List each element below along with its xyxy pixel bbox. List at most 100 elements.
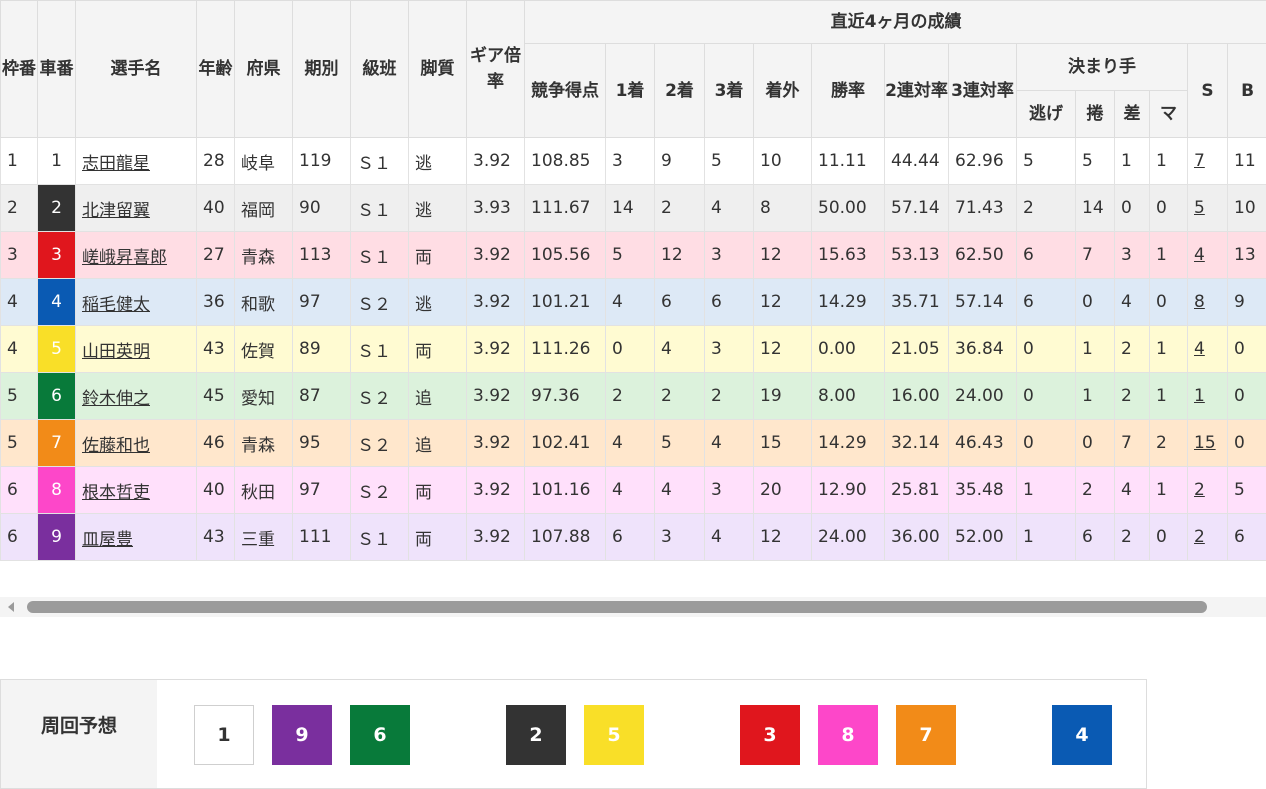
cell-quinella-rate: 44.44 <box>885 138 949 185</box>
cell-b: 10 <box>1228 185 1266 232</box>
cell-makuri: 0 <box>1076 279 1115 326</box>
header-gear: ギア倍率 <box>467 1 525 138</box>
cell-score: 102.41 <box>525 420 606 467</box>
cell-pref: 愛知 <box>235 373 293 420</box>
cell-b: 11 <box>1228 138 1266 185</box>
rider-name-link[interactable]: 佐藤和也 <box>82 436 150 456</box>
cell-out: 20 <box>754 467 812 514</box>
lineup-bike: 3 <box>740 705 800 765</box>
cell-first: 2 <box>606 373 655 420</box>
cell-term: 119 <box>293 138 351 185</box>
rider-name-link[interactable]: 山田英明 <box>82 342 150 362</box>
header-nige: 逃げ <box>1017 91 1076 138</box>
s-count-link[interactable]: 2 <box>1194 527 1205 547</box>
cell-quinella-rate: 25.81 <box>885 467 949 514</box>
header-out: 着外 <box>754 44 812 138</box>
cell-second: 4 <box>655 326 705 373</box>
scroll-left-arrow-icon[interactable] <box>8 602 14 612</box>
cell-out: 15 <box>754 420 812 467</box>
rider-name-link[interactable]: 稲毛健太 <box>82 295 150 315</box>
header-mark: マ <box>1150 91 1188 138</box>
s-count-link[interactable]: 8 <box>1194 292 1205 312</box>
header-age: 年齢 <box>197 1 235 138</box>
header-quinella-rate: 2連対率 <box>885 44 949 138</box>
cell-third: 4 <box>705 514 754 561</box>
lineup-bike: 6 <box>350 705 410 765</box>
rider-name-link[interactable]: 志田龍星 <box>82 154 150 174</box>
horizontal-scrollbar[interactable] <box>0 597 1266 617</box>
cell-makuri: 5 <box>1076 138 1115 185</box>
cell-age: 27 <box>197 232 235 279</box>
header-s: S <box>1188 44 1228 138</box>
s-count-link[interactable]: 4 <box>1194 245 1205 265</box>
rider-name-link[interactable]: 根本哲吏 <box>82 483 150 503</box>
cell-win-rate: 24.00 <box>812 514 885 561</box>
cell-score: 107.88 <box>525 514 606 561</box>
cell-age: 43 <box>197 326 235 373</box>
s-count-link[interactable]: 1 <box>1194 386 1205 406</box>
rider-name-link[interactable]: 鈴木伸之 <box>82 389 150 409</box>
table-row: 2 2 北津留翼 40 福岡 90 Ｓ１ 逃 3.93 111.67 14 2 … <box>1 185 1266 232</box>
cell-nige: 6 <box>1017 279 1076 326</box>
cell-nige: 0 <box>1017 373 1076 420</box>
cell-class: Ｓ１ <box>351 138 409 185</box>
cell-out: 19 <box>754 373 812 420</box>
cell-first: 4 <box>606 279 655 326</box>
s-count-link[interactable]: 4 <box>1194 339 1205 359</box>
rider-name-link[interactable]: 北津留翼 <box>82 201 150 221</box>
cell-mark: 1 <box>1150 467 1188 514</box>
entry-table: 枠番 車番 選手名 年齢 府県 期別 級班 脚質 ギア倍率 直近4ヶ月の成績 競… <box>0 0 1266 561</box>
cell-waku: 3 <box>1 232 38 279</box>
cell-pref: 青森 <box>235 232 293 279</box>
cell-gear: 3.92 <box>467 279 525 326</box>
s-count-link[interactable]: 7 <box>1194 151 1205 171</box>
cell-makuri: 0 <box>1076 420 1115 467</box>
cell-mark: 0 <box>1150 279 1188 326</box>
cell-mark: 1 <box>1150 373 1188 420</box>
cell-quinella-rate: 57.14 <box>885 185 949 232</box>
cell-age: 46 <box>197 420 235 467</box>
header-class: 級班 <box>351 1 409 138</box>
s-count-link[interactable]: 2 <box>1194 480 1205 500</box>
cell-gear: 3.93 <box>467 185 525 232</box>
cell-first: 5 <box>606 232 655 279</box>
cell-win-rate: 0.00 <box>812 326 885 373</box>
cell-age: 45 <box>197 373 235 420</box>
cell-style: 逃 <box>409 185 467 232</box>
cell-term: 95 <box>293 420 351 467</box>
cell-waku: 2 <box>1 185 38 232</box>
lineup-bike: 1 <box>194 705 254 765</box>
s-count-link[interactable]: 5 <box>1194 198 1205 218</box>
s-count-link[interactable]: 15 <box>1194 433 1216 453</box>
cell-term: 90 <box>293 185 351 232</box>
rider-rows: 1 1 志田龍星 28 岐阜 119 Ｓ１ 逃 3.92 108.85 3 9 … <box>1 138 1266 561</box>
table-row: 1 1 志田龍星 28 岐阜 119 Ｓ１ 逃 3.92 108.85 3 9 … <box>1 138 1266 185</box>
cell-second: 2 <box>655 373 705 420</box>
cell-trio-rate: 52.00 <box>949 514 1017 561</box>
cell-first: 4 <box>606 467 655 514</box>
cell-sashi: 2 <box>1115 514 1150 561</box>
header-win-rate: 勝率 <box>812 44 885 138</box>
bike-number: 7 <box>38 420 76 467</box>
header-recent: 直近4ヶ月の成績 <box>525 1 1266 44</box>
cell-style: 逃 <box>409 279 467 326</box>
header-kimarite: 決まり手 <box>1017 44 1188 91</box>
cell-third: 4 <box>705 420 754 467</box>
cell-score: 111.67 <box>525 185 606 232</box>
cell-nige: 0 <box>1017 420 1076 467</box>
cell-mark: 0 <box>1150 514 1188 561</box>
cell-third: 5 <box>705 138 754 185</box>
cell-pref: 三重 <box>235 514 293 561</box>
rider-name-link[interactable]: 皿屋豊 <box>82 530 133 550</box>
cell-sashi: 7 <box>1115 420 1150 467</box>
cell-second: 12 <box>655 232 705 279</box>
cell-third: 4 <box>705 185 754 232</box>
rider-name-link[interactable]: 嵯峨昇喜郎 <box>82 248 167 268</box>
cell-makuri: 1 <box>1076 326 1115 373</box>
cell-pref: 福岡 <box>235 185 293 232</box>
cell-third: 2 <box>705 373 754 420</box>
entry-table-container[interactable]: 枠番 車番 選手名 年齢 府県 期別 級班 脚質 ギア倍率 直近4ヶ月の成績 競… <box>0 0 1266 566</box>
cell-b: 0 <box>1228 373 1266 420</box>
table-row: 3 3 嵯峨昇喜郎 27 青森 113 Ｓ１ 両 3.92 105.56 5 1… <box>1 232 1266 279</box>
scrollbar-thumb[interactable] <box>27 601 1207 613</box>
